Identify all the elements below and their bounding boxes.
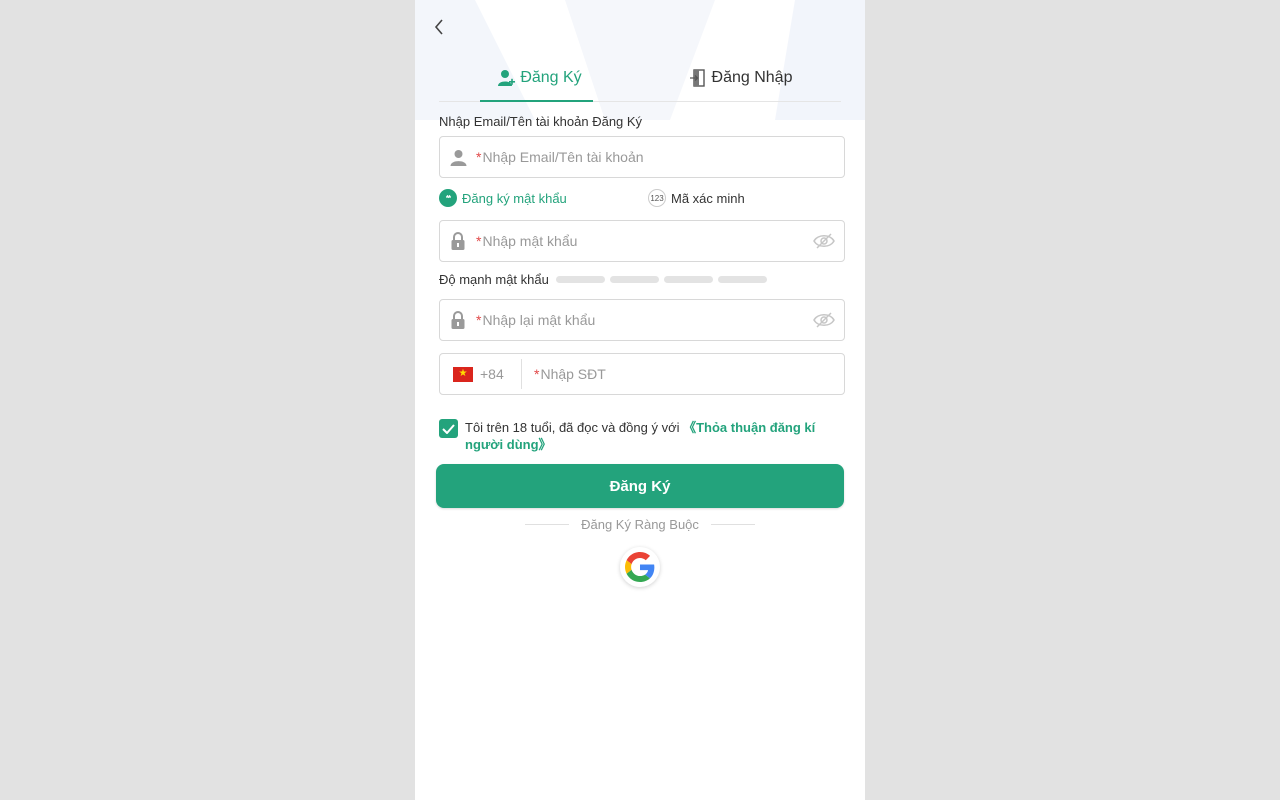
- register-button[interactable]: Đăng Ký: [436, 464, 844, 508]
- password-strength-label: Độ mạnh mật khẩu: [439, 272, 549, 287]
- mode-password[interactable]: ** Đăng ký mật khẩu: [439, 189, 567, 207]
- eye-off-icon: [813, 233, 835, 249]
- eye-off-icon: [813, 312, 835, 328]
- chevron-left-icon: [434, 19, 443, 35]
- google-icon: [625, 552, 655, 582]
- tab-login[interactable]: Đăng Nhập: [640, 56, 841, 101]
- password-field[interactable]: * Nhập mật khẩu: [439, 220, 845, 262]
- user-icon: [450, 149, 466, 166]
- mode-verification-code-label: Mã xác minh: [671, 190, 745, 206]
- mode-password-label: Đăng ký mật khẩu: [462, 190, 567, 206]
- strength-bar: [555, 276, 605, 283]
- lock-icon: [451, 232, 465, 250]
- required-mark: *: [476, 312, 482, 328]
- vietnam-flag-icon: ★: [453, 366, 473, 382]
- user-add-icon: [498, 69, 516, 86]
- divider-label: Đăng Ký Ràng Buộc: [581, 517, 699, 532]
- required-mark: *: [476, 149, 482, 165]
- strength-bar: [717, 276, 767, 283]
- confirm-password-field[interactable]: * Nhập lại mật khẩu: [439, 299, 845, 341]
- checkmark-icon: [442, 423, 455, 434]
- register-panel: Đăng Ký Đăng Nhập Nhập Email/Tên tài kho…: [415, 0, 865, 800]
- code-mode-icon: 123: [648, 189, 666, 207]
- lock-icon: [451, 311, 465, 329]
- password-strength: Độ mạnh mật khẩu: [439, 272, 767, 287]
- strength-meter: [555, 276, 767, 283]
- login-door-icon: [689, 68, 705, 87]
- mode-verification-code[interactable]: 123 Mã xác minh: [648, 189, 745, 207]
- account-input[interactable]: Nhập Email/Tên tài khoản: [482, 149, 844, 165]
- google-signin-button[interactable]: [620, 547, 660, 587]
- strength-bar: [663, 276, 713, 283]
- phone-field[interactable]: ★ +84 * Nhập SĐT: [439, 353, 845, 395]
- auth-tabs: Đăng Ký Đăng Nhập: [439, 56, 841, 102]
- country-code: +84: [480, 366, 504, 382]
- country-code-selector[interactable]: ★ +84: [440, 359, 522, 389]
- tab-register-label: Đăng Ký: [520, 68, 582, 86]
- required-mark: *: [476, 233, 482, 249]
- phone-input[interactable]: Nhập SĐT: [540, 366, 605, 382]
- toggle-password-visibility[interactable]: [804, 233, 844, 249]
- divider-line: [710, 524, 756, 525]
- agreement: Tôi trên 18 tuổi, đã đọc và đồng ý với 《…: [439, 419, 829, 453]
- agreement-text: Tôi trên 18 tuổi, đã đọc và đồng ý với: [465, 420, 684, 435]
- register-mode-switch: ** Đăng ký mật khẩu 123 Mã xác minh: [439, 189, 845, 209]
- toggle-confirm-password-visibility[interactable]: [804, 312, 844, 328]
- confirm-password-input[interactable]: Nhập lại mật khẩu: [482, 312, 804, 328]
- required-mark: *: [534, 366, 540, 382]
- strength-bar: [609, 276, 659, 283]
- tab-register[interactable]: Đăng Ký: [439, 56, 640, 102]
- tab-login-label: Đăng Nhập: [711, 68, 793, 86]
- password-input[interactable]: Nhập mật khẩu: [482, 233, 804, 249]
- password-mode-icon: **: [439, 189, 457, 207]
- agreement-checkbox[interactable]: [439, 419, 458, 438]
- bind-register-divider: Đăng Ký Ràng Buộc: [525, 517, 756, 532]
- account-field[interactable]: * Nhập Email/Tên tài khoản: [439, 136, 845, 178]
- back-button[interactable]: [427, 14, 451, 40]
- divider-line: [525, 524, 570, 525]
- account-label: Nhập Email/Tên tài khoản Đăng Ký: [439, 114, 643, 129]
